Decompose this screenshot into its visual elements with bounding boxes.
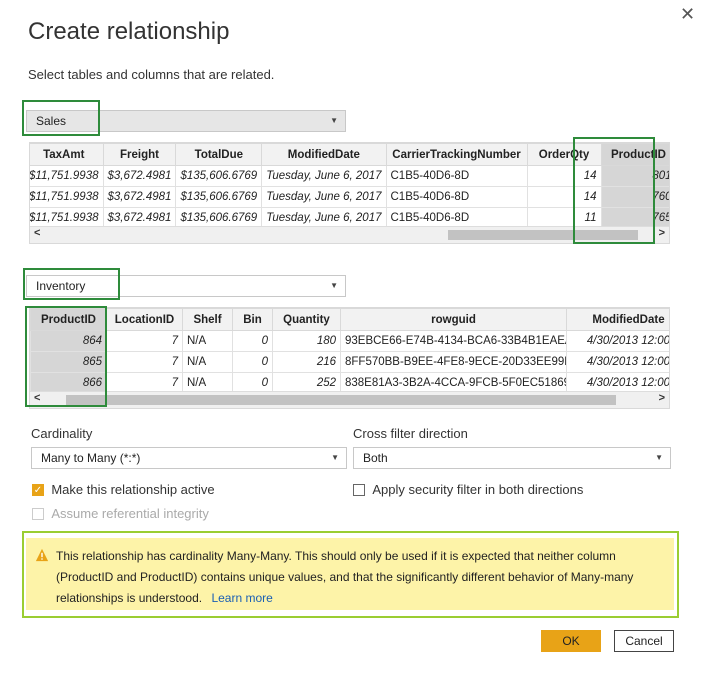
column-header[interactable]: Bin [232, 308, 273, 331]
crossfilter-label: Cross filter direction [353, 426, 468, 441]
cell: $3,672.4981 [102, 165, 177, 187]
cell: $135,606.6769 [175, 186, 263, 208]
cell: 7 [106, 330, 183, 352]
cardinality-value: Many to Many (*:*) [41, 451, 141, 465]
dialog-subtitle: Select tables and columns that are relat… [28, 67, 275, 82]
column-header[interactable]: TaxAmt [30, 143, 104, 166]
cell: 8FF570BB-B9EE-4FE8-9ECE-20D33EE99F43 [340, 351, 567, 373]
cell: $3,672.4981 [102, 186, 177, 208]
integrity-label: Assume referential integrity [51, 506, 209, 522]
table-row: 865 7 N/A 0 216 8FF570BB-B9EE-4FE8-9ECE-… [30, 351, 669, 373]
table-row: 864 7 N/A 0 180 93EBCE66-E74B-4134-BCA6-… [30, 330, 669, 352]
table1-select-highlight [22, 100, 100, 136]
table2-scrollbar[interactable]: < > [30, 391, 669, 408]
active-label: Make this relationship active [51, 482, 215, 498]
dialog-title: Create relationship [28, 18, 230, 45]
cell: 0 [232, 351, 273, 373]
cell: N/A [182, 351, 233, 373]
cardinality-label: Cardinality [31, 426, 93, 441]
ok-button[interactable]: OK [541, 630, 601, 652]
scroll-thumb[interactable] [66, 395, 616, 405]
column-header[interactable]: ModifiedDate [261, 143, 387, 166]
column-header[interactable]: rowguid [340, 308, 567, 331]
security-label: Apply security filter in both directions [372, 482, 584, 498]
column-header[interactable]: Freight [102, 143, 177, 166]
security-option[interactable]: Apply security filter in both directions [353, 482, 583, 497]
close-icon[interactable]: ✕ [680, 4, 695, 25]
cell: $135,606.6769 [175, 165, 263, 187]
chevron-down-icon: ▼ [330, 281, 338, 290]
crossfilter-select[interactable]: Both ▼ [353, 447, 671, 469]
column-header[interactable]: TotalDue [175, 143, 263, 166]
column-header[interactable]: CarrierTrackingNumber [385, 143, 528, 166]
column-header[interactable]: Quantity [272, 308, 341, 331]
cell: 216 [272, 351, 341, 373]
cardinality-select[interactable]: Many to Many (*:*) ▼ [31, 447, 347, 469]
productid-highlight-2 [25, 306, 107, 407]
crossfilter-value: Both [363, 451, 388, 465]
learn-more-link[interactable]: Learn more [211, 591, 272, 605]
column-header[interactable]: LocationID [106, 308, 183, 331]
cell: $11,751.9938 [30, 165, 104, 187]
active-option[interactable]: ✓ Make this relationship active [32, 482, 215, 497]
table2-select-highlight [23, 268, 120, 300]
cell: $11,751.9938 [30, 186, 104, 208]
cell: C1B5-40D6-8D [385, 165, 528, 187]
cell: 4/30/2013 12:00:00 [566, 330, 669, 352]
cancel-button[interactable]: Cancel [614, 630, 674, 652]
productid-highlight-1 [573, 137, 655, 244]
cell: 0 [232, 330, 273, 352]
scroll-right-icon[interactable]: > [659, 392, 665, 404]
chevron-down-icon: ▼ [331, 453, 339, 462]
integrity-option: Assume referential integrity [32, 506, 209, 521]
cell: N/A [182, 330, 233, 352]
active-checkbox[interactable]: ✓ [32, 483, 44, 496]
table2-preview: ProductID LocationID Shelf Bin Quantity … [29, 307, 670, 409]
security-checkbox[interactable] [353, 483, 365, 496]
cell: 7 [106, 351, 183, 373]
cell: 180 [272, 330, 341, 352]
integrity-checkbox [32, 507, 44, 520]
warning-text: This relationship has cardinality Many-M… [56, 549, 634, 605]
scroll-left-icon[interactable]: < [34, 227, 40, 239]
column-header[interactable]: Shelf [182, 308, 233, 331]
column-header[interactable]: ModifiedDate [566, 308, 669, 331]
chevron-down-icon: ▼ [330, 116, 338, 125]
scroll-right-icon[interactable]: > [659, 227, 665, 239]
cell: Tuesday, June 6, 2017 [261, 186, 387, 208]
cell: C1B5-40D6-8D [385, 186, 528, 208]
table2-grid: ProductID LocationID Shelf Bin Quantity … [30, 308, 669, 394]
cell: Tuesday, June 6, 2017 [261, 165, 387, 187]
warning-banner: This relationship has cardinality Many-M… [26, 538, 674, 610]
cell: 4/30/2013 12:00:00 [566, 351, 669, 373]
warning-icon [35, 548, 49, 562]
cell: 93EBCE66-E74B-4134-BCA6-33B4B1EAEAC8 [340, 330, 567, 352]
warning-message: This relationship has cardinality Many-M… [56, 546, 666, 609]
chevron-down-icon: ▼ [655, 453, 663, 462]
